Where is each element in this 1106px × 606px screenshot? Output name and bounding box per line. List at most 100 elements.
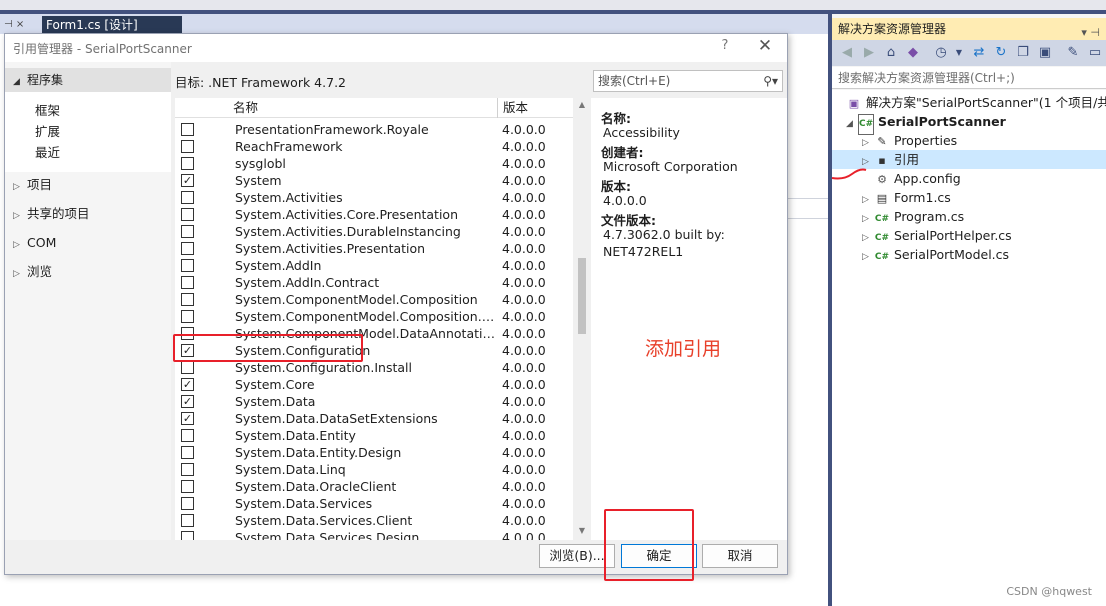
tree-item-properties[interactable]: ▷ ✎ Properties bbox=[862, 131, 957, 150]
list-scrollbar[interactable]: ▲ ▼ bbox=[575, 98, 589, 540]
cancel-button[interactable]: 取消 bbox=[702, 544, 778, 568]
help-button[interactable]: ? bbox=[715, 38, 735, 53]
table-row[interactable]: System.Data.Services.Design 4.0.0.0 bbox=[175, 529, 573, 540]
tree-item-app-config[interactable]: ⚙ App.config bbox=[874, 169, 961, 188]
refresh-icon[interactable]: ↻ bbox=[992, 44, 1010, 62]
reference-checkbox[interactable] bbox=[181, 480, 194, 493]
table-row[interactable]: sysglobl 4.0.0.0 bbox=[175, 155, 573, 172]
reference-checkbox[interactable] bbox=[181, 514, 194, 527]
reference-checkbox[interactable] bbox=[181, 429, 194, 442]
tab-form1-design[interactable]: Form1.cs [设计] bbox=[42, 16, 182, 34]
reference-checkbox[interactable] bbox=[181, 497, 194, 510]
reference-checkbox[interactable]: ✓ bbox=[181, 395, 194, 408]
column-header-version[interactable]: 版本 bbox=[503, 98, 528, 118]
assembly-name: System.Activities bbox=[235, 190, 343, 205]
collapse-all-icon[interactable]: ❐ bbox=[1014, 44, 1032, 62]
reference-checkbox[interactable] bbox=[181, 140, 194, 153]
table-row[interactable]: System.Data.Linq 4.0.0.0 bbox=[175, 461, 573, 478]
solution-explorer-search-input[interactable]: 搜索解决方案资源管理器(Ctrl+;) bbox=[832, 67, 1106, 89]
table-row[interactable]: System.Data.Services 4.0.0.0 bbox=[175, 495, 573, 512]
tree-item-serialporthelper[interactable]: ▷ C# SerialPortHelper.cs bbox=[862, 226, 1012, 245]
table-row[interactable]: ✓ System.Data.DataSetExtensions 4.0.0.0 bbox=[175, 410, 573, 427]
nav-item-browse[interactable]: ▷ 浏览 bbox=[13, 262, 52, 282]
reference-checkbox[interactable] bbox=[181, 259, 194, 272]
search-icon[interactable]: ⚲▾ bbox=[763, 71, 778, 91]
reference-checkbox[interactable] bbox=[181, 191, 194, 204]
reference-checkbox[interactable]: ✓ bbox=[181, 378, 194, 391]
table-row[interactable]: System.ComponentModel.Composition 4.0.0.0 bbox=[175, 291, 573, 308]
assembly-version: 4.0.0.0 bbox=[502, 207, 546, 222]
column-header-name[interactable]: 名称 bbox=[233, 98, 258, 118]
reference-checkbox[interactable] bbox=[181, 463, 194, 476]
table-row[interactable]: System.ComponentModel.Composition.Re... 4… bbox=[175, 308, 573, 325]
table-row[interactable]: System.AddIn 4.0.0.0 bbox=[175, 257, 573, 274]
tree-item-program[interactable]: ▷ C# Program.cs bbox=[862, 207, 964, 226]
back-icon[interactable]: ◀ bbox=[838, 44, 856, 62]
scroll-down-icon[interactable]: ▼ bbox=[575, 526, 589, 535]
tree-item-form1[interactable]: ▷ ▤ Form1.cs bbox=[862, 188, 951, 207]
reference-checkbox[interactable] bbox=[181, 123, 194, 136]
reference-checkbox[interactable] bbox=[181, 208, 194, 221]
assembly-version: 4.0.0.0 bbox=[502, 122, 546, 137]
reference-checkbox[interactable] bbox=[181, 276, 194, 289]
table-row[interactable]: System.Activities.DurableInstancing 4.0.0… bbox=[175, 223, 573, 240]
vs-switch-views-icon[interactable]: ◆ bbox=[904, 44, 922, 62]
table-row[interactable]: System.Data.OracleClient 4.0.0.0 bbox=[175, 478, 573, 495]
table-row[interactable]: System.Data.Entity 4.0.0.0 bbox=[175, 427, 573, 444]
nav-item-projects[interactable]: ▷ 项目 bbox=[13, 175, 52, 195]
reference-checkbox[interactable] bbox=[181, 361, 194, 374]
reference-checkbox[interactable] bbox=[181, 157, 194, 170]
reference-checkbox[interactable] bbox=[181, 531, 194, 540]
pin-icon[interactable]: ⊣ × bbox=[4, 17, 36, 33]
tree-item-references[interactable]: ▷ ▪ 引用 bbox=[832, 150, 1106, 169]
history-icon[interactable]: ◷ bbox=[932, 44, 950, 62]
assembly-name: System.Activities.DurableInstancing bbox=[235, 224, 461, 239]
forward-icon[interactable]: ▶ bbox=[860, 44, 878, 62]
table-row[interactable]: System.Activities.Core.Presentation 4.0.0… bbox=[175, 206, 573, 223]
table-row[interactable]: PresentationFramework.Royale 4.0.0.0 bbox=[175, 121, 573, 138]
table-row[interactable]: ✓ System.Data 4.0.0.0 bbox=[175, 393, 573, 410]
sync-icon[interactable]: ⇄ bbox=[970, 44, 988, 62]
table-row[interactable]: System.Data.Services.Client 4.0.0.0 bbox=[175, 512, 573, 529]
nav-item-framework[interactable]: 框架 bbox=[35, 101, 60, 121]
tree-item-solution[interactable]: ▣ 解决方案"SerialPortScanner"(1 个项目/共 1 bbox=[846, 93, 1106, 112]
scroll-up-icon[interactable]: ▲ bbox=[575, 100, 589, 109]
nav-item-recent[interactable]: 最近 bbox=[35, 143, 60, 163]
reference-checkbox[interactable] bbox=[181, 225, 194, 238]
show-all-files-icon[interactable]: ▣ bbox=[1036, 44, 1054, 62]
dialog-nav: ◢ 程序集 框架 扩展 最近 ▷ 项目 ▷ 共享的项目 ▷ COM ▷ 浏览 bbox=[5, 62, 171, 540]
nav-assemblies-sub: 框架 扩展 最近 bbox=[5, 92, 171, 172]
reference-checkbox[interactable] bbox=[181, 293, 194, 306]
close-icon[interactable]: ✕ bbox=[753, 36, 777, 56]
table-row[interactable]: ✓ System 4.0.0.0 bbox=[175, 172, 573, 189]
reference-checkbox[interactable]: ✓ bbox=[181, 412, 194, 425]
reference-checkbox[interactable]: ✓ bbox=[181, 174, 194, 187]
table-row[interactable]: System.Data.Entity.Design 4.0.0.0 bbox=[175, 444, 573, 461]
table-row[interactable]: ReachFramework 4.0.0.0 bbox=[175, 138, 573, 155]
wrench-icon[interactable]: ✎ bbox=[1064, 44, 1082, 62]
preview-icon[interactable]: ▭ bbox=[1086, 44, 1104, 62]
detail-file-version-value: NET472REL1 bbox=[603, 244, 684, 259]
scrollbar-thumb[interactable] bbox=[578, 258, 586, 334]
table-row[interactable]: System.Activities 4.0.0.0 bbox=[175, 189, 573, 206]
tree-item-serialportmodel[interactable]: ▷ C# SerialPortModel.cs bbox=[862, 245, 1009, 264]
nav-item-shared-projects[interactable]: ▷ 共享的项目 bbox=[13, 204, 90, 224]
nav-item-extensions[interactable]: 扩展 bbox=[35, 122, 60, 142]
reference-search-input[interactable]: 搜索(Ctrl+E) ⚲▾ bbox=[593, 70, 783, 92]
nav-item-assemblies[interactable]: ◢ 程序集 bbox=[5, 68, 171, 92]
table-row[interactable]: System.Activities.Presentation 4.0.0.0 bbox=[175, 240, 573, 257]
assembly-name: System.Data.Services.Design bbox=[235, 530, 420, 540]
expand-right-icon[interactable]: ▷ bbox=[862, 248, 874, 267]
chevron-down-icon[interactable]: ▼ bbox=[950, 44, 968, 62]
reference-checkbox[interactable] bbox=[181, 242, 194, 255]
reference-checkbox[interactable] bbox=[181, 446, 194, 459]
watermark: CSDN @hqwest bbox=[1006, 585, 1092, 598]
expand-down-icon[interactable]: ◢ bbox=[846, 115, 858, 134]
reference-checkbox[interactable] bbox=[181, 310, 194, 323]
column-divider[interactable] bbox=[497, 98, 498, 118]
table-row[interactable]: ✓ System.Core 4.0.0.0 bbox=[175, 376, 573, 393]
nav-item-com[interactable]: ▷ COM bbox=[13, 233, 56, 253]
home-icon[interactable]: ⌂ bbox=[882, 44, 900, 62]
tree-item-project[interactable]: ◢ C# SerialPortScanner bbox=[846, 112, 1006, 135]
table-row[interactable]: System.AddIn.Contract 4.0.0.0 bbox=[175, 274, 573, 291]
